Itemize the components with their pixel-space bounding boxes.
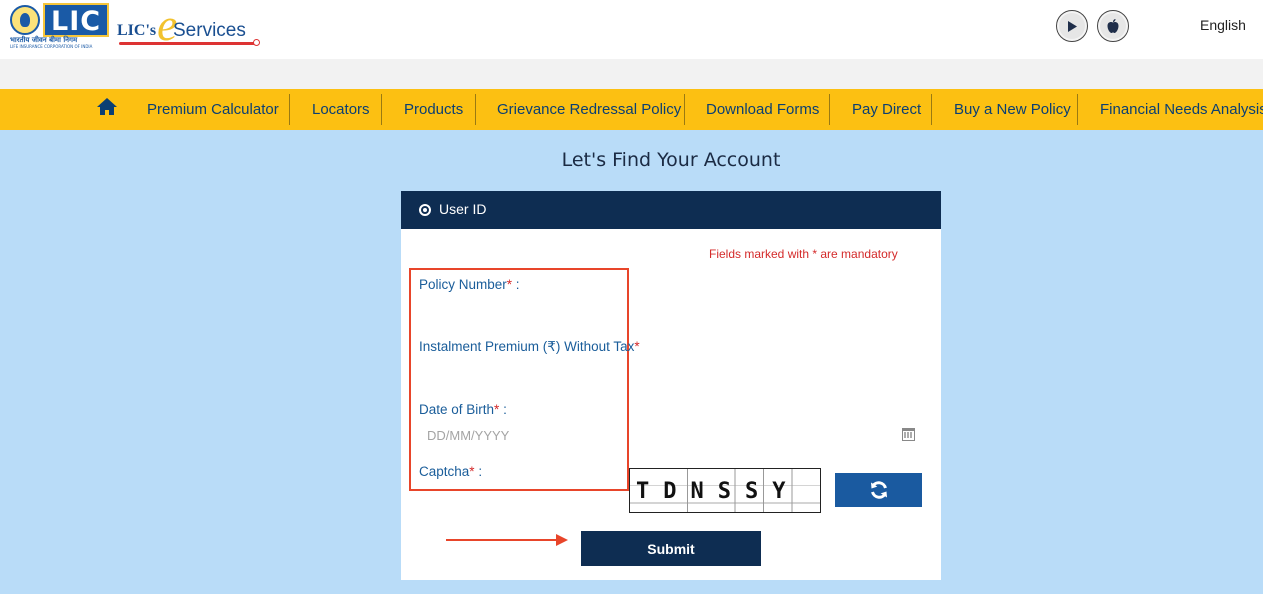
home-icon[interactable] (96, 98, 118, 118)
nav-divider (829, 94, 830, 125)
captcha-label: Captcha* : (419, 464, 483, 479)
nav-products[interactable]: Products (404, 89, 463, 130)
policy-number-label: Policy Number* : (419, 277, 520, 292)
radio-selected-icon[interactable] (419, 204, 431, 216)
eservices-logo[interactable]: e LIC's Services (115, 2, 265, 54)
language-selector[interactable]: English (1200, 17, 1246, 33)
premium-label: Instalment Premium (₹) Without Tax* (419, 339, 640, 354)
nav-divider (1077, 94, 1078, 125)
calendar-icon[interactable] (902, 428, 915, 441)
bottom-note-clipped (401, 588, 941, 594)
user-id-tab[interactable]: User ID (401, 191, 941, 229)
nav-divider (684, 94, 685, 125)
nav-grievance-redressal-policy[interactable]: Grievance Redressal Policy (497, 89, 681, 130)
user-id-tab-label: User ID (439, 201, 487, 217)
play-store-icon (1059, 13, 1085, 39)
lic-emblem-icon (10, 5, 40, 35)
nav-divider (931, 94, 932, 125)
nav-divider (381, 94, 382, 125)
eservices-dot (253, 39, 260, 46)
top-header: LIC भारतीय जीवन बीमा निगम LIFE INSURANCE… (0, 0, 1263, 59)
nav-download-forms[interactable]: Download Forms (706, 89, 819, 130)
nav-premium-calculator[interactable]: Premium Calculator (147, 89, 279, 130)
nav-divider (475, 94, 476, 125)
mandatory-note: Fields marked with * are mandatory (709, 247, 898, 261)
submit-button[interactable]: Submit (581, 531, 761, 566)
nav-financial-needs-analysis[interactable]: Financial Needs Analysis (1100, 89, 1263, 130)
dob-input[interactable] (419, 423, 921, 447)
dob-label: Date of Birth* : (419, 402, 507, 417)
annotation-arrow (446, 534, 568, 546)
lic-subtext: LIFE INSURANCE CORPORATION OF INDIA (10, 44, 93, 49)
nav-buy-new-policy[interactable]: Buy a New Policy (954, 89, 1071, 130)
nav-pay-direct[interactable]: Pay Direct (852, 89, 921, 130)
app-store-button[interactable] (1097, 10, 1129, 42)
play-store-button[interactable] (1056, 10, 1088, 42)
find-account-form: User ID Fields marked with * are mandato… (401, 191, 941, 580)
nav-locators[interactable]: Locators (312, 89, 370, 130)
captcha-image: TDNSSY (629, 468, 821, 513)
refresh-icon (870, 481, 887, 499)
page-title: Let's Find Your Account (561, 149, 781, 171)
highlight-annotation-box (409, 268, 629, 491)
lic-logo[interactable]: LIC भारतीय जीवन बीमा निगम LIFE INSURANCE… (8, 3, 110, 49)
main-nav: Premium Calculator Locators Products Gri… (0, 89, 1263, 130)
eservices-word: Services (173, 20, 246, 41)
apple-icon (1100, 13, 1126, 39)
captcha-refresh-button[interactable] (835, 473, 922, 507)
captcha-text: TDNSSY (636, 479, 800, 504)
eservices-prefix: LIC's (117, 22, 157, 39)
eservices-swoosh (119, 42, 255, 45)
sub-header-strip (0, 59, 1263, 89)
nav-divider (289, 94, 290, 125)
lic-logo-text: LIC (43, 3, 110, 37)
